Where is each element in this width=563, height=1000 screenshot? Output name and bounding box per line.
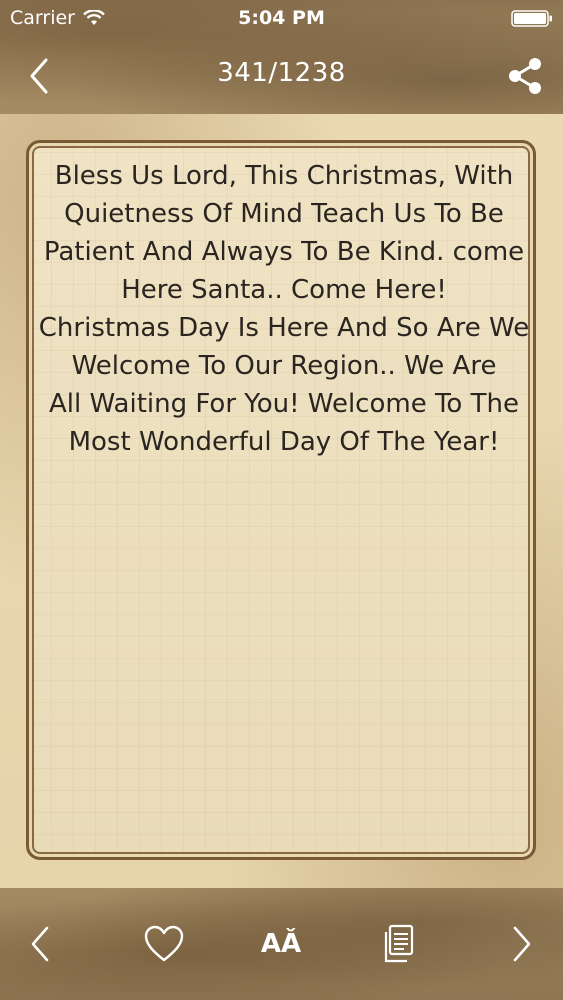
font-size-button[interactable]: AǍ xyxy=(257,920,305,968)
content-area: Bless Us Lord, This Christmas, With Quie… xyxy=(0,114,563,888)
font-size-label: AǍ xyxy=(260,929,302,959)
status-time: 5:04 PM xyxy=(238,7,325,29)
top-bar: Carrier 5:04 PM 341/1238 xyxy=(0,0,563,114)
quote-card: Bless Us Lord, This Christmas, With Quie… xyxy=(26,140,536,860)
share-button[interactable] xyxy=(505,54,545,98)
nav-bar: 341/1238 xyxy=(0,40,563,110)
quote-text: Bless Us Lord, This Christmas, With Quie… xyxy=(38,161,530,457)
chevron-right-icon xyxy=(513,926,531,962)
page-counter-title: 341/1238 xyxy=(217,58,346,88)
favorite-button[interactable] xyxy=(140,920,188,968)
heart-outline-icon xyxy=(144,925,184,962)
share-icon xyxy=(509,58,541,94)
copy-button[interactable] xyxy=(374,920,422,968)
bottom-toolbar: AǍ xyxy=(0,888,563,1000)
copy-document-icon xyxy=(384,924,414,963)
chevron-left-icon xyxy=(31,926,49,962)
next-quote-button[interactable] xyxy=(498,920,546,968)
previous-quote-button[interactable] xyxy=(16,920,64,968)
status-bar: Carrier 5:04 PM xyxy=(0,0,563,36)
battery-full-icon xyxy=(511,10,552,27)
